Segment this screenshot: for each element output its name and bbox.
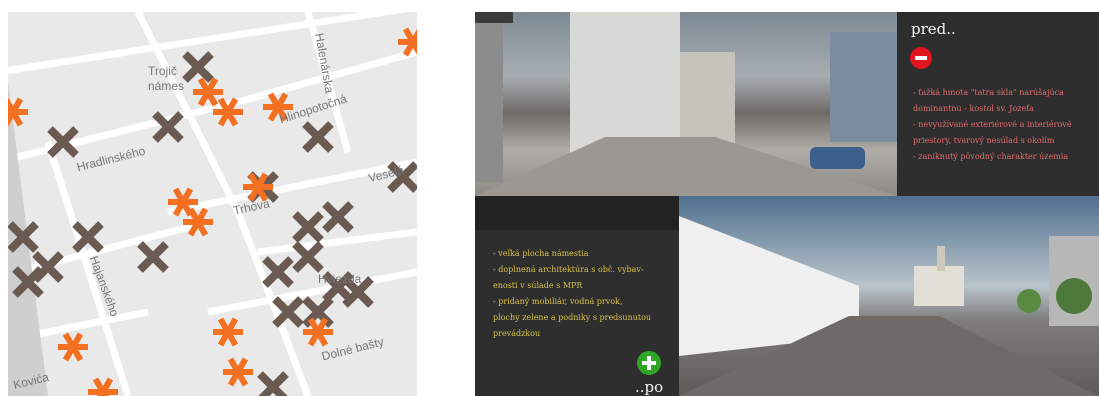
after-panel: - veľká plocha námestia - doplnená archi…	[475, 230, 679, 396]
after-bullet: - pridaný mobiliár, vodná prvok,	[493, 297, 623, 306]
street-label: námes	[148, 79, 185, 93]
street-photo-before	[475, 12, 897, 196]
square-rendering-after	[679, 196, 1099, 396]
property-marker-orange[interactable]	[223, 357, 253, 387]
before-bullet: - zaniknutý pôvodný charakter územia	[913, 152, 1069, 161]
plus-icon	[637, 351, 661, 375]
before-bullet: - ťažká hmota "tatra skla" narúšajúca	[913, 88, 1064, 97]
property-marker-grey[interactable]	[137, 241, 169, 273]
street-label: Hviezda	[318, 272, 362, 286]
before-after-collage: pred.. - ťažká hmota "tatra skla" narúša…	[475, 12, 1099, 396]
photo-ribbon	[475, 12, 513, 23]
after-bullet: enosti v súlade s MPR	[493, 281, 583, 290]
street-network	[8, 12, 417, 396]
property-marker-grey[interactable]	[257, 371, 289, 396]
after-bullet: prevádzkou	[493, 329, 541, 338]
property-marker-grey[interactable]	[182, 51, 214, 83]
map-panel[interactable]: Trojič námes Halenárska Hlinopotočná Hra…	[8, 12, 417, 396]
property-marker-grey[interactable]	[302, 121, 334, 153]
property-marker-orange[interactable]	[213, 317, 243, 347]
after-bullet: - veľká plocha námestia	[493, 249, 589, 258]
before-bullet: priestory, tvarový nesúlad s okolím	[913, 136, 1055, 145]
before-bullet-list: - ťažká hmota "tatra skla" narúšajúca do…	[913, 85, 1072, 165]
street-label: Trojič	[148, 64, 177, 78]
property-marker-grey[interactable]	[262, 256, 294, 288]
property-marker-grey[interactable]	[322, 201, 354, 233]
minus-icon	[910, 47, 932, 69]
after-title: ..po	[635, 378, 664, 396]
before-panel: pred.. - ťažká hmota "tatra skla" narúša…	[897, 12, 1099, 196]
after-bullet: plochy zelene a podniky s predsunutou	[493, 313, 652, 322]
square-scene-after	[679, 216, 1099, 396]
before-title: pred..	[911, 20, 956, 38]
street-scene-before	[475, 12, 897, 196]
before-bullet: - nevyužívané exteriérové a interiérové	[913, 120, 1072, 129]
property-marker-orange[interactable]	[8, 97, 28, 127]
after-bullet: - doplnená architektúra s obč. vybav-	[493, 265, 644, 274]
property-marker-grey[interactable]	[292, 211, 324, 243]
before-bullet: dominantnu - kostol sv. Jozefa	[913, 104, 1034, 113]
after-bullet-list: - veľká plocha námestia - doplnená archi…	[493, 246, 651, 342]
property-marker-orange[interactable]	[88, 377, 118, 396]
property-marker-orange[interactable]	[58, 332, 88, 362]
